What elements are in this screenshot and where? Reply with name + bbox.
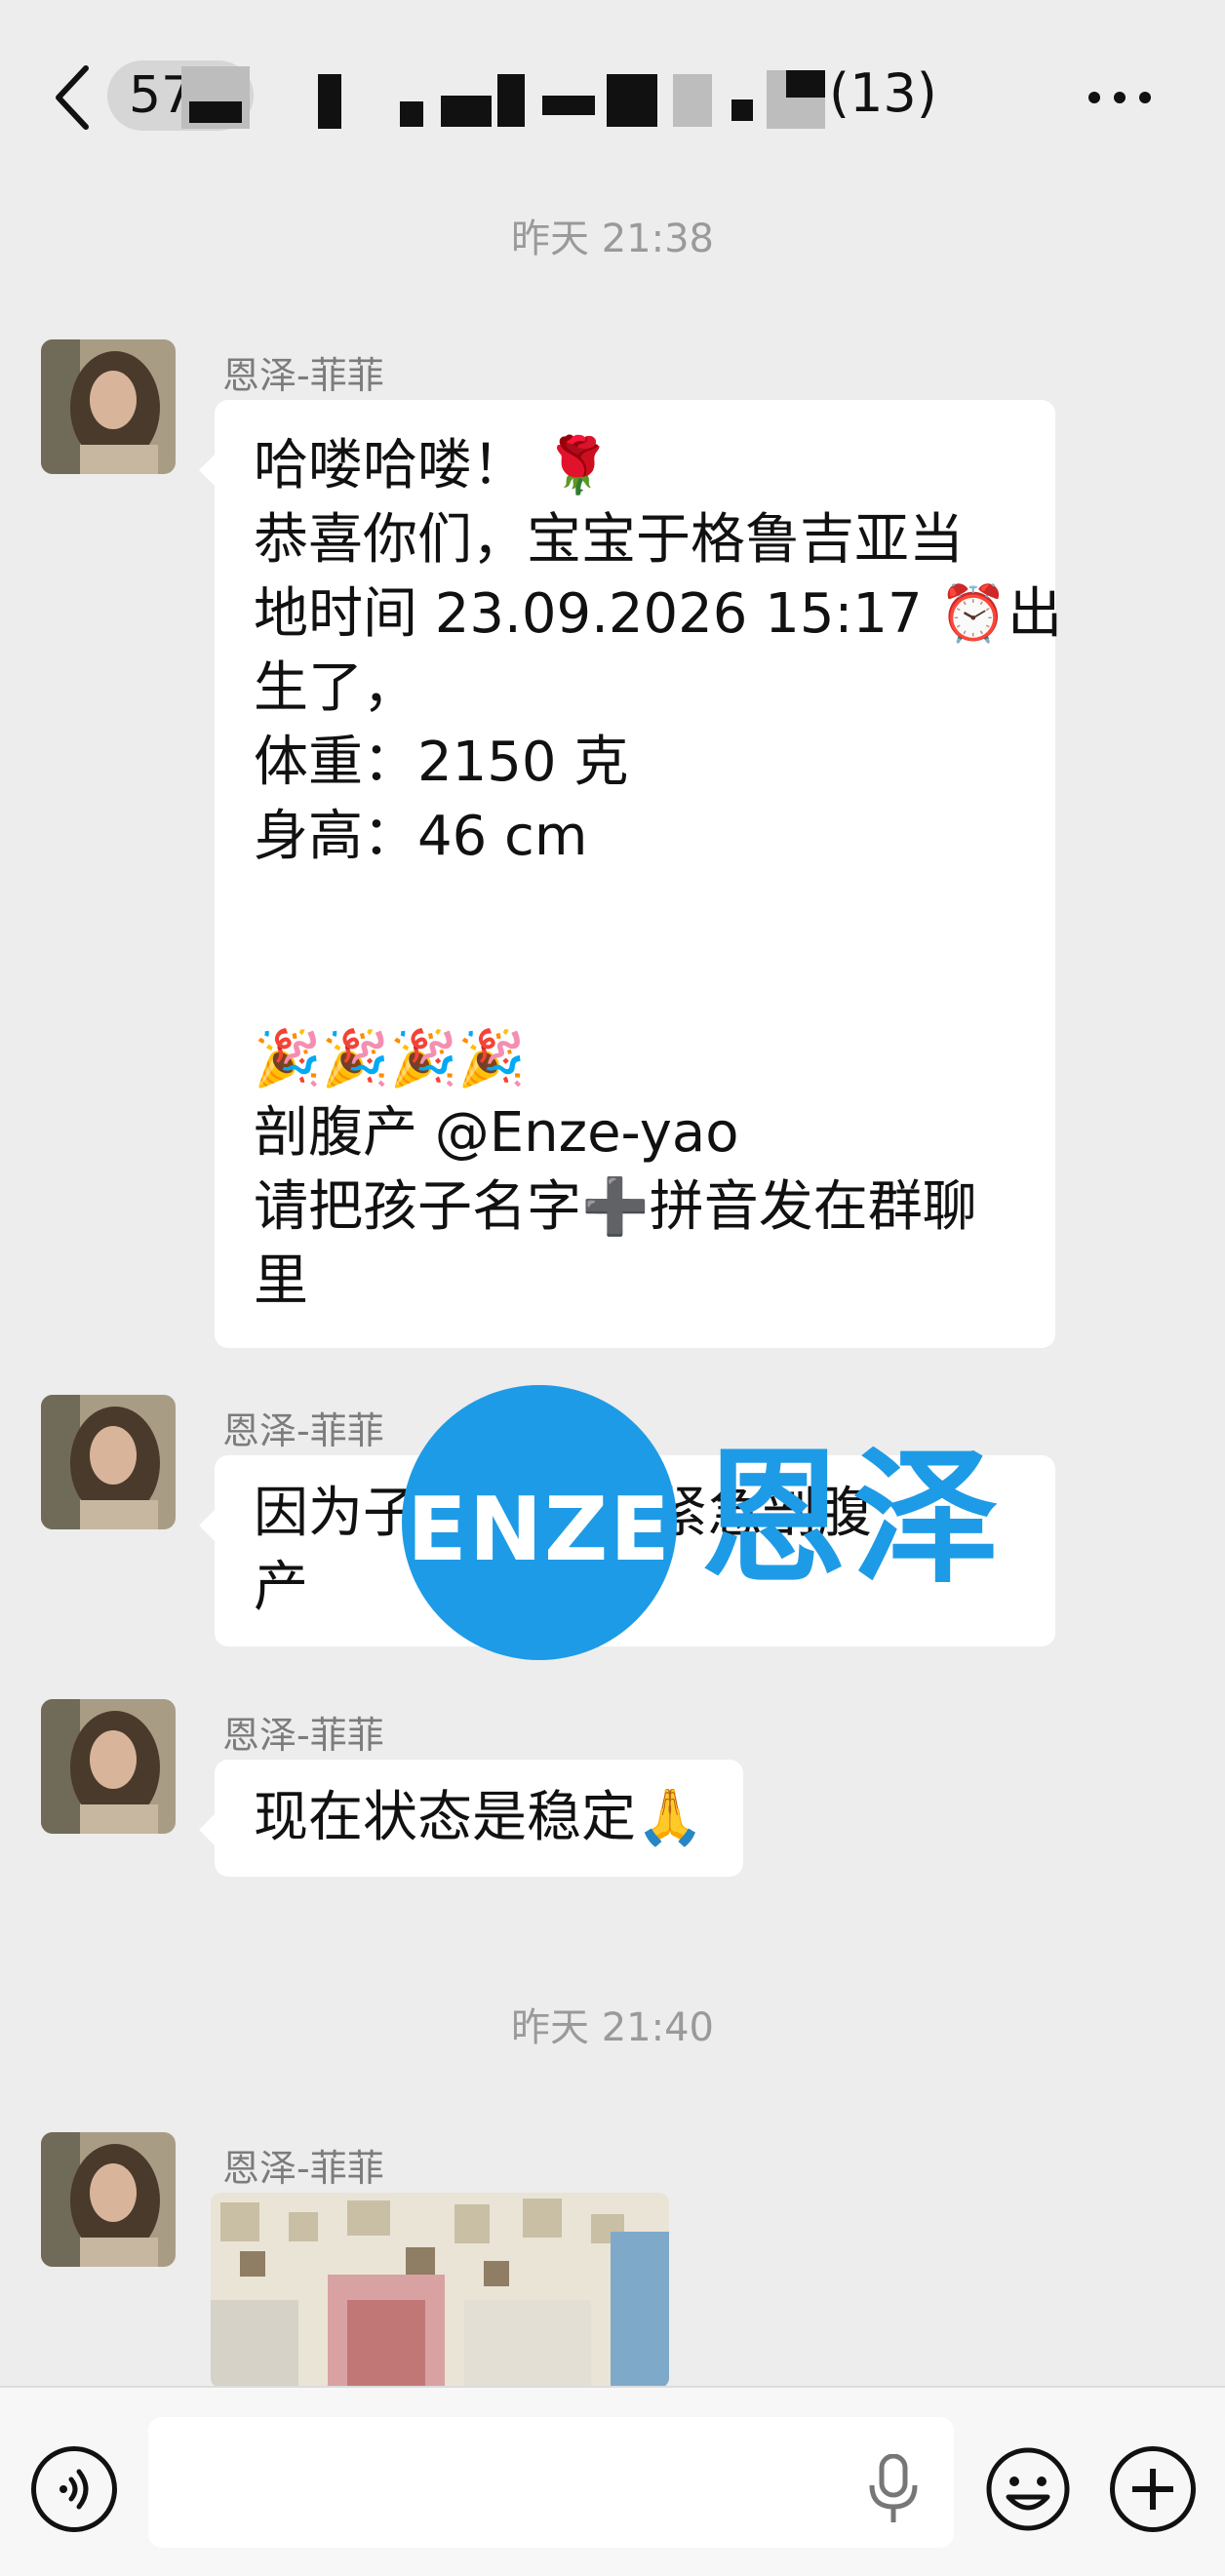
redaction-block: [542, 96, 595, 115]
avatar[interactable]: [41, 1699, 176, 1834]
microphone-icon[interactable]: [866, 2453, 921, 2524]
plus-button[interactable]: [1110, 2446, 1196, 2532]
sender-name: 恩泽-菲菲: [222, 2147, 384, 2190]
chat-title[interactable]: 57 (13): [107, 60, 946, 131]
redaction-block: [497, 74, 525, 127]
sender-name: 恩泽-菲菲: [222, 354, 384, 397]
message-bubble[interactable]: 现在状态是稳定🙏: [199, 1760, 743, 1877]
input-bar: [0, 2386, 1225, 2576]
sender-name: 恩泽-菲菲: [222, 1714, 384, 1757]
timestamp: 昨天 21:40: [511, 2005, 714, 2050]
message-bubble[interactable]: 哈喽哈喽！ 🌹 恭喜你们，宝宝于格鲁吉亚当 地时间 23.09.2026 15:…: [199, 400, 1063, 1348]
member-count: (13): [829, 62, 937, 124]
message-line: 地时间 23.09.2026 15:17 ⏰出: [254, 582, 1063, 646]
message-line: 身高：46 cm: [254, 805, 588, 868]
message-line: [254, 874, 1016, 948]
message-line: 🎉🎉🎉🎉: [254, 1027, 526, 1090]
message-line: 里: [254, 1249, 308, 1313]
redaction-block: [786, 70, 825, 98]
watermark-chinese: 恩泽: [700, 1432, 1006, 1604]
message-line: 哈喽哈喽！ 🌹: [254, 434, 612, 497]
message-line: 剖腹产 @Enze-yao: [254, 1101, 739, 1165]
voice-icon: [59, 2469, 89, 2510]
redaction-block: [607, 74, 657, 127]
watermark-text: ENZE: [407, 1479, 672, 1581]
chat-header: 57 (13): [0, 0, 1225, 176]
redaction-block: [400, 101, 423, 127]
emoji-button[interactable]: [985, 2446, 1071, 2532]
redaction-block: [731, 99, 753, 121]
chat-screen: 57 (13) 昨天 21:38 恩泽-菲菲 哈喽哈喽！ 🌹 恭喜你们，宝宝于格…: [0, 0, 1225, 2576]
more-button[interactable]: [1088, 84, 1166, 113]
avatar[interactable]: [41, 2132, 176, 2267]
message-line: 请把孩子名字➕拼音发在群聊: [254, 1175, 977, 1239]
message-line: 现在状态是稳定🙏: [254, 1786, 704, 1849]
more-dots-icon: [1088, 92, 1100, 103]
photo-thumbnail: [211, 2193, 669, 2388]
voice-button[interactable]: [31, 2446, 117, 2532]
message-line: 体重：2150 克: [254, 731, 629, 794]
sender-name: 恩泽-菲菲: [222, 1409, 384, 1452]
back-button[interactable]: [49, 59, 98, 137]
avatar[interactable]: [41, 1395, 176, 1529]
avatar[interactable]: [41, 339, 176, 474]
message-line: 生了，: [254, 656, 417, 720]
message-input[interactable]: [148, 2417, 954, 2548]
message-line: [254, 948, 1016, 1022]
emoji-smile-icon: [986, 2447, 1070, 2531]
redaction-block: [441, 96, 492, 127]
redaction-block: [673, 74, 712, 127]
chevron-left-icon: [56, 65, 89, 130]
photo-message[interactable]: [211, 2193, 669, 2388]
more-dots-icon: [1114, 92, 1126, 103]
message-line: 恭喜你们，宝宝于格鲁吉亚当: [254, 508, 964, 572]
timestamp: 昨天 21:38: [511, 217, 714, 261]
redaction-block: [189, 101, 242, 123]
redaction-block: [318, 74, 341, 129]
more-dots-icon: [1139, 92, 1151, 103]
